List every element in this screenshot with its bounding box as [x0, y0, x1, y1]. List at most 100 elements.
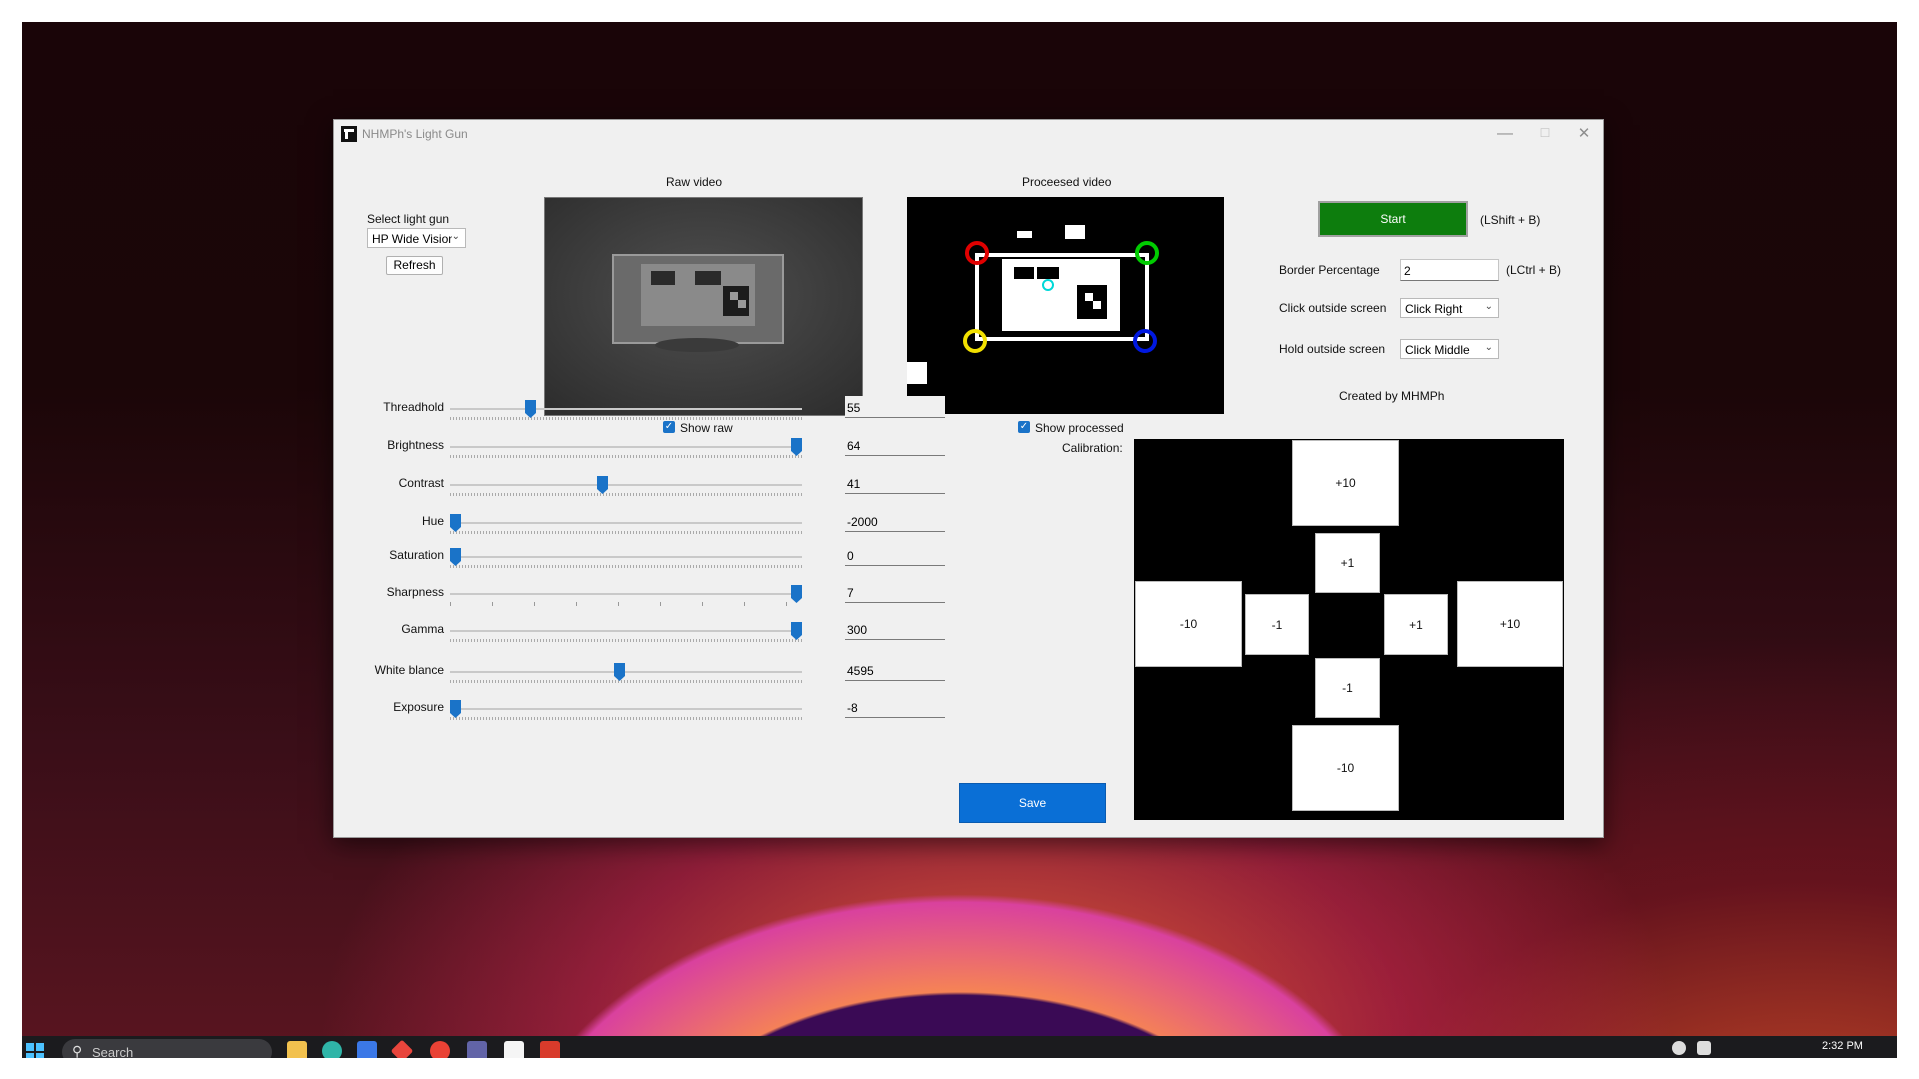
- slider-ticks: [450, 680, 802, 683]
- border-shortcut-label: (LCtrl + B): [1506, 263, 1562, 277]
- slider-ticks: [450, 493, 802, 496]
- calibration-pad: +10 +1 -10 -1 +1 +10 -1 -10: [1134, 439, 1564, 820]
- taskbar: ⚲ Search 2:32 PM: [22, 1036, 1897, 1058]
- slider-label: Sharpness: [386, 585, 444, 599]
- slider-ticks: [450, 717, 802, 720]
- maximize-button[interactable]: ☐: [1525, 120, 1565, 148]
- file-explorer-icon[interactable]: [287, 1041, 307, 1058]
- minimize-button[interactable]: —: [1485, 120, 1525, 148]
- slider-value-input[interactable]: -2000: [845, 510, 945, 532]
- calendar-icon[interactable]: [540, 1041, 560, 1058]
- slider-value-input[interactable]: 4595: [845, 659, 945, 681]
- slider-label: Gamma: [401, 622, 444, 636]
- slider-track[interactable]: [450, 446, 802, 448]
- wifi-icon[interactable]: [1672, 1041, 1686, 1055]
- calibrate-down-1-button[interactable]: -1: [1315, 658, 1380, 718]
- slider-ticks: [450, 602, 802, 606]
- border-percentage-label: Border Percentage: [1279, 263, 1380, 277]
- slider-ticks: [450, 565, 802, 568]
- calibrate-right-1-button[interactable]: +1: [1384, 594, 1448, 655]
- hold-outside-label: Hold outside screen: [1279, 342, 1386, 356]
- slider-ticks: [450, 455, 802, 458]
- slider-track[interactable]: [450, 708, 802, 710]
- show-raw-checkbox[interactable]: ✓: [663, 421, 675, 433]
- chevron-down-icon: ⌄: [1484, 301, 1493, 312]
- processed-video-preview: [907, 197, 1224, 414]
- desktop: NHMPh's Light Gun — ☐ ✕ Select light gun…: [22, 22, 1897, 1058]
- raw-video-frame: [545, 198, 862, 415]
- slider-ticks: [450, 531, 802, 534]
- slider-track[interactable]: [450, 522, 802, 524]
- slider-value-input[interactable]: 64: [845, 434, 945, 456]
- app-red-icon[interactable]: [390, 1039, 414, 1058]
- slider-thumb[interactable]: [596, 476, 608, 494]
- created-by-label: Created by MHMPh: [1339, 389, 1445, 403]
- teams-icon[interactable]: [467, 1041, 487, 1058]
- slider-thumb[interactable]: [791, 438, 802, 456]
- chrome-icon[interactable]: [430, 1041, 450, 1058]
- slider-track[interactable]: [450, 593, 802, 595]
- slider-track[interactable]: [450, 484, 802, 486]
- calibrate-right-10-button[interactable]: +10: [1457, 581, 1563, 667]
- save-button[interactable]: Save: [959, 783, 1106, 823]
- slider-thumb[interactable]: [791, 585, 802, 603]
- slider-track[interactable]: [450, 630, 802, 632]
- slider-thumb[interactable]: [791, 622, 802, 640]
- slider-label: Threadhold: [383, 400, 444, 414]
- slider-thumb[interactable]: [450, 514, 461, 532]
- light-gun-app-icon[interactable]: [504, 1041, 524, 1058]
- app-window: NHMPh's Light Gun — ☐ ✕ Select light gun…: [333, 119, 1604, 838]
- slider-thumb[interactable]: [613, 663, 625, 681]
- slider-track[interactable]: [450, 556, 802, 558]
- taskbar-search[interactable]: ⚲ Search: [62, 1039, 272, 1058]
- windows-start-icon[interactable]: [26, 1043, 44, 1058]
- slider-value-input[interactable]: 300: [845, 618, 945, 640]
- raw-video-preview: [544, 197, 863, 416]
- calibrate-down-10-button[interactable]: -10: [1292, 725, 1399, 811]
- slider-thumb[interactable]: [450, 700, 461, 718]
- processed-video-title: Proceesed video: [1022, 175, 1112, 189]
- slider-track[interactable]: [450, 408, 802, 410]
- show-processed-checkbox[interactable]: ✓: [1018, 421, 1030, 433]
- slider-thumb[interactable]: [450, 548, 461, 566]
- show-raw-label: Show raw: [680, 421, 733, 435]
- refresh-button[interactable]: Refresh: [386, 256, 443, 275]
- start-button[interactable]: Start: [1318, 201, 1468, 237]
- calibrate-up-10-button[interactable]: +10: [1292, 440, 1399, 526]
- camera-select-value: HP Wide Vision HD: [372, 232, 452, 246]
- store-icon[interactable]: [357, 1041, 377, 1058]
- slider-label: Exposure: [393, 700, 444, 714]
- search-icon: ⚲: [72, 1043, 83, 1058]
- camera-select[interactable]: HP Wide Vision HD ⌄: [367, 228, 466, 248]
- slider-ticks: [450, 417, 802, 420]
- click-outside-value: Click Right: [1405, 302, 1463, 316]
- edge-browser-icon[interactable]: [322, 1041, 342, 1058]
- chevron-down-icon: ⌄: [1484, 342, 1493, 353]
- border-percentage-input[interactable]: 2: [1400, 259, 1499, 281]
- slider-value-input[interactable]: 55: [845, 396, 945, 418]
- calibrate-left-1-button[interactable]: -1: [1245, 594, 1309, 655]
- hold-outside-value: Click Middle: [1405, 343, 1470, 357]
- slider-label: Brightness: [387, 438, 444, 452]
- slider-value-input[interactable]: 7: [845, 581, 945, 603]
- calibrate-left-10-button[interactable]: -10: [1135, 581, 1242, 667]
- close-button[interactable]: ✕: [1564, 120, 1604, 148]
- raw-video-title: Raw video: [666, 175, 723, 189]
- slider-thumb[interactable]: [525, 400, 537, 418]
- taskbar-clock[interactable]: 2:32 PM: [1822, 1040, 1863, 1052]
- app-icon: [341, 126, 357, 142]
- window-title: NHMPh's Light Gun: [362, 127, 468, 141]
- slider-value-input[interactable]: 41: [845, 472, 945, 494]
- hold-outside-select[interactable]: Click Middle ⌄: [1400, 339, 1499, 359]
- volume-icon[interactable]: [1697, 1041, 1711, 1055]
- slider-value-input[interactable]: -8: [845, 696, 945, 718]
- click-outside-select[interactable]: Click Right ⌄: [1400, 298, 1499, 318]
- title-bar[interactable]: NHMPh's Light Gun — ☐ ✕: [334, 120, 1603, 148]
- start-shortcut-label: (LShift + B): [1480, 213, 1541, 227]
- slider-value-input[interactable]: 0: [845, 544, 945, 566]
- slider-label: Saturation: [389, 548, 444, 562]
- calibrate-up-1-button[interactable]: +1: [1315, 533, 1380, 593]
- slider-track[interactable]: [450, 671, 802, 673]
- processed-video-frame: [907, 197, 1224, 414]
- select-light-gun-label: Select light gun: [367, 212, 450, 226]
